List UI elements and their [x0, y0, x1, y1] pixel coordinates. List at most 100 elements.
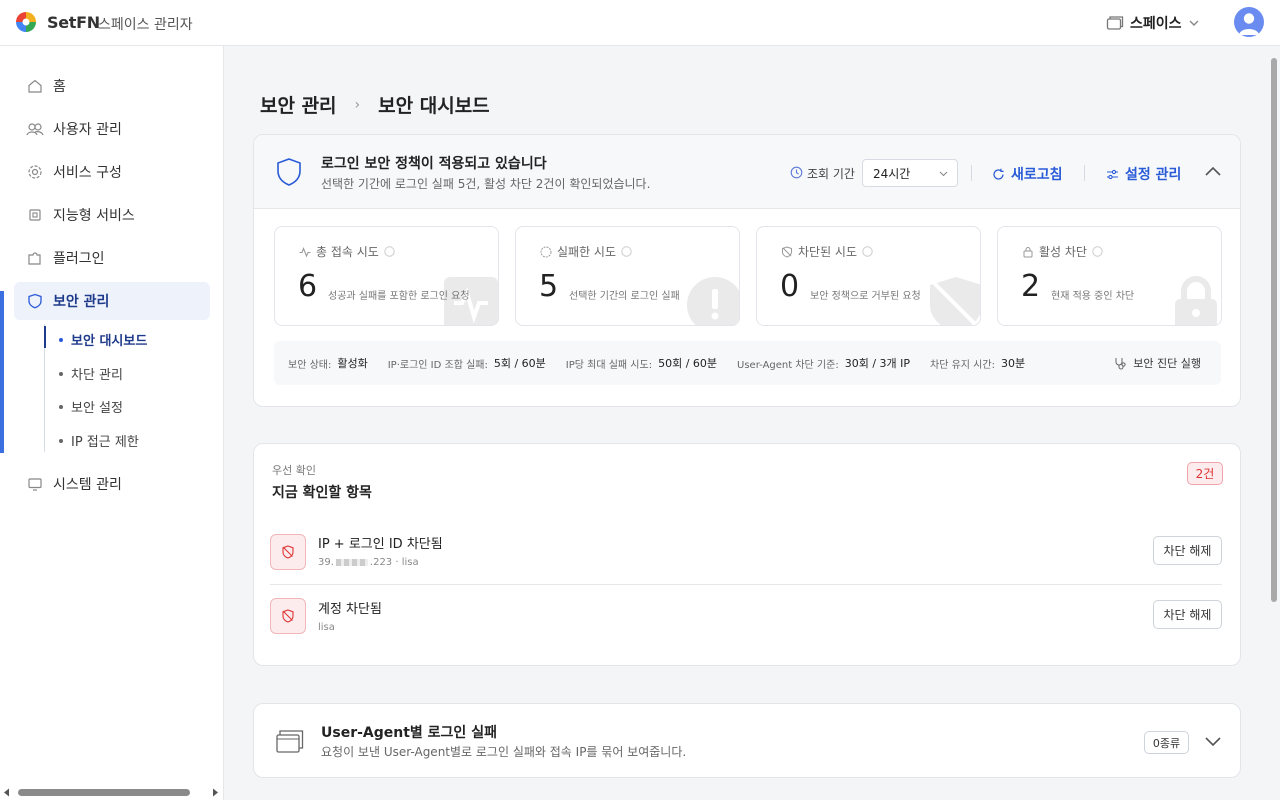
subnav-item-ip-restriction[interactable]: IP 접근 제한 — [59, 431, 139, 450]
page-title: 보안 대시보드 — [378, 95, 490, 117]
breadcrumb: 보안 관리 › 보안 대시보드 — [260, 91, 490, 118]
alert-circle-icon — [540, 246, 552, 257]
bullet — [59, 337, 63, 342]
policy-card-header: 로그인 보안 정책이 적용되고 있습니다 선택한 기간에 로그인 실패 5건, … — [254, 135, 1240, 209]
priority-row-title: IP + 로그인 ID 차단됨 — [318, 537, 443, 552]
help-icon[interactable] — [384, 246, 395, 257]
sidebar-item-label: 플러그인 — [53, 251, 105, 267]
chip-icon — [26, 206, 44, 224]
users-icon — [26, 120, 44, 138]
stat-label-text: 총 접속 시도 — [316, 245, 379, 259]
run-diagnosis-button[interactable]: 보안 진단 실행 — [1114, 355, 1201, 371]
ip-login-value: 5회 / 60분 — [493, 357, 546, 370]
priority-row-meta: lisa — [318, 622, 335, 633]
expand-chevron-down-icon[interactable] — [1204, 735, 1222, 748]
stat-label-text: 활성 차단 — [1039, 245, 1087, 259]
run-diagnosis-label: 보안 진단 실행 — [1133, 357, 1201, 370]
help-icon[interactable] — [1092, 246, 1103, 257]
scroll-right-arrow-icon[interactable] — [211, 788, 219, 797]
sidebar-horizontal-scrollbar[interactable] — [0, 784, 224, 800]
stat-description: 선택한 기간의 로그인 실패 — [569, 291, 680, 302]
stat-label: 차단된 시도 — [781, 243, 873, 260]
divider — [1084, 165, 1085, 181]
shield-off-icon — [282, 609, 294, 623]
priority-count-badge: 2건 — [1187, 462, 1223, 485]
subnav-item-security-settings[interactable]: 보안 설정 — [59, 397, 123, 416]
shield-off-icon — [282, 545, 294, 559]
home-icon — [26, 77, 44, 95]
security-summary-bar: 보안 상태: 활성화 IP·로그인 ID 조합 실패: 5회 / 60분 IP당… — [274, 341, 1221, 385]
stat-value: 2 — [1021, 269, 1041, 304]
sidebar-item-plugins[interactable]: 플러그인 — [14, 239, 210, 277]
clock-icon — [790, 166, 803, 179]
user-icon — [1239, 13, 1259, 35]
shield-icon — [277, 158, 301, 186]
chevron-down-icon — [1189, 20, 1199, 26]
status-value: 활성화 — [337, 357, 368, 370]
refresh-icon — [993, 168, 1004, 180]
sidebar-item-intelligent-service[interactable]: 지능형 서비스 — [14, 196, 210, 234]
status-label: 보안 상태: — [288, 359, 332, 371]
block-alert-icon — [270, 534, 306, 570]
stat-label-text: 차단된 시도 — [798, 245, 858, 259]
stat-card-total-attempts: 총 접속 시도 6 성공과 실패를 포함한 로그인 요청 — [274, 226, 499, 326]
app-subtitle: 스페이스 관리자 — [98, 17, 193, 33]
settings-manage-button[interactable]: 설정 관리 — [1106, 164, 1181, 184]
subnav-item-label: IP 접근 제한 — [71, 435, 139, 450]
chevron-down-icon — [939, 171, 948, 177]
scrollbar-thumb[interactable] — [18, 789, 190, 796]
breadcrumb-parent[interactable]: 보안 관리 — [260, 91, 337, 118]
priority-title: 지금 확인할 항목 — [272, 485, 372, 501]
refresh-button[interactable]: 새로고침 — [992, 164, 1063, 184]
brand-name: SetFN — [47, 13, 100, 32]
security-subnav: 보안 대시보드 차단 관리 보안 설정 IP 접근 제한 — [44, 324, 204, 452]
help-icon[interactable] — [621, 246, 632, 257]
exclamation-watermark-icon — [687, 277, 739, 325]
scrollbar-thumb[interactable] — [1271, 58, 1277, 602]
sidebar-item-security[interactable]: 보안 관리 — [14, 282, 210, 320]
stat-description: 현재 적용 중인 차단 — [1051, 291, 1135, 302]
policy-card: 로그인 보안 정책이 적용되고 있습니다 선택한 기간에 로그인 실패 5건, … — [253, 134, 1241, 407]
main-vertical-scrollbar[interactable] — [1268, 46, 1280, 800]
ip-max-label: IP당 최대 실패 시도: — [565, 359, 653, 371]
stat-label: 활성 차단 — [1022, 243, 1103, 260]
block-duration-label: 차단 유지 시간: — [930, 359, 995, 371]
stat-label: 총 접속 시도 — [299, 243, 395, 260]
sidebar-item-system[interactable]: 시스템 관리 — [14, 465, 210, 503]
stat-value: 6 — [298, 269, 318, 304]
activity-icon — [299, 246, 311, 257]
block-duration-value: 30분 — [1000, 357, 1026, 370]
unblock-button[interactable]: 차단 해제 — [1153, 536, 1222, 565]
period-label: 조회 기간 — [807, 167, 855, 181]
space-switcher[interactable]: 스페이스 — [1106, 13, 1200, 33]
stat-description: 보안 정책으로 거부된 요청 — [810, 291, 921, 302]
ua-threshold-value: 30회 / 3개 IP — [844, 357, 911, 370]
sidebar-item-users[interactable]: 사용자 관리 — [14, 110, 210, 148]
sidebar-item-service-config[interactable]: 서비스 구성 — [14, 153, 210, 191]
sidebar-item-home[interactable]: 홈 — [14, 67, 210, 105]
subnav-item-label: 차단 관리 — [71, 368, 123, 383]
subnav-item-block-management[interactable]: 차단 관리 — [59, 364, 123, 383]
setfn-logo[interactable] — [15, 11, 37, 33]
divider — [971, 165, 972, 181]
sidebar-item-label: 지능형 서비스 — [53, 208, 135, 224]
stat-label-text: 실패한 시도 — [557, 245, 617, 259]
user-agent-card: User-Agent별 로그인 실패 요청이 보낸 User-Agent별로 로… — [253, 703, 1241, 778]
scroll-left-arrow-icon[interactable] — [3, 788, 11, 797]
puzzle-icon — [26, 249, 44, 267]
stat-card-failed-attempts: 실패한 시도 5 선택한 기간의 로그인 실패 — [515, 226, 740, 326]
collapse-chevron-up-icon[interactable] — [1204, 165, 1222, 178]
sidebar-item-label: 사용자 관리 — [53, 122, 122, 138]
stat-value: 0 — [780, 269, 800, 304]
user-avatar[interactable] — [1234, 7, 1264, 37]
top-bar: SetFN 스페이스 관리자 스페이스 — [0, 0, 1280, 46]
ip-max-value: 50회 / 60분 — [658, 357, 718, 370]
activity-watermark-icon — [444, 277, 498, 325]
active-subitem-indicator — [44, 326, 46, 348]
period-select[interactable]: 24시간 — [862, 159, 958, 187]
sidebar-item-label: 시스템 관리 — [53, 477, 122, 493]
subnav-item-security-dashboard[interactable]: 보안 대시보드 — [59, 330, 147, 349]
user-agent-subtitle: 요청이 보낸 User-Agent별로 로그인 실패와 접속 IP를 묶어 보여… — [321, 745, 687, 759]
help-icon[interactable] — [862, 246, 873, 257]
unblock-button[interactable]: 차단 해제 — [1153, 600, 1222, 629]
